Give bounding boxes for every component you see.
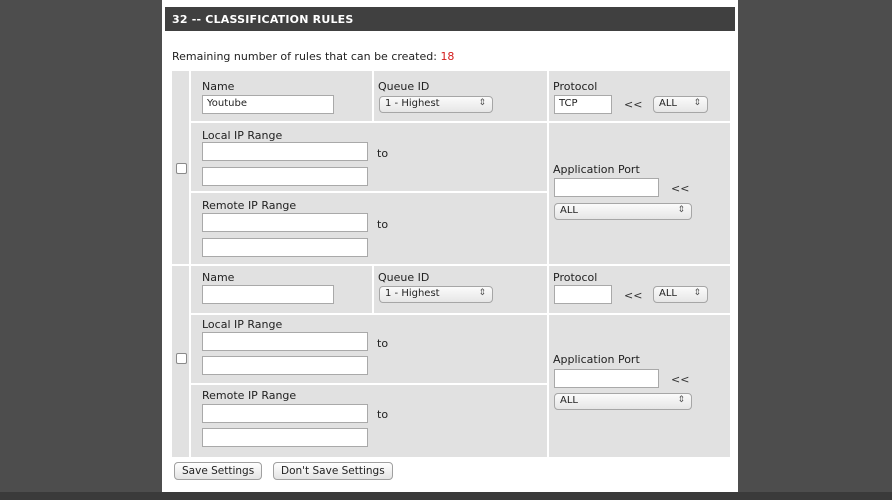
to-label: to [377,337,389,350]
rule-1-app-port-select[interactable]: ALL ⇕ [554,203,692,220]
copy-left-icon: << [624,98,643,111]
right-sidebar [738,0,892,492]
local-ip-range-label: Local IP Range [202,318,283,331]
copy-left-icon: << [671,373,690,386]
column-divider [372,266,374,313]
remaining-rules-text: Remaining number of rules that can be cr… [172,50,454,63]
select-arrows-icon: ⇕ [677,395,685,405]
dont-save-settings-button[interactable]: Don't Save Settings [273,462,393,480]
queue-id-label: Queue ID [378,80,430,93]
rule-1-queue-id-select[interactable]: 1 - Highest ⇕ [379,96,493,113]
select-arrows-icon: ⇕ [478,98,486,108]
row-divider [189,191,547,193]
rule-2-local-ip-start-input[interactable] [202,332,368,351]
rule-2-protocol-select[interactable]: ALL ⇕ [653,286,708,303]
to-label: to [377,218,389,231]
rule-2-app-port-select-value: ALL [560,395,578,406]
bottom-bar [0,492,892,500]
left-sidebar [0,0,162,492]
rule-2-protocol-select-value: ALL [659,288,677,299]
rule-1-remote-ip-start-input[interactable] [202,213,368,232]
rule-2-enable-checkbox[interactable] [176,353,187,364]
rule-1-local-ip-end-input[interactable] [202,167,368,186]
remote-ip-range-label: Remote IP Range [202,199,297,212]
rule-2-queue-id-select[interactable]: 1 - Highest ⇕ [379,286,493,303]
queue-id-label: Queue ID [378,271,430,284]
rule-1-queue-id-value: 1 - Highest [385,98,440,109]
classification-rules-panel: 32 -- CLASSIFICATION RULES Remaining num… [162,0,738,492]
row-divider [189,313,730,315]
application-port-label: Application Port [553,353,640,366]
rules-table: Name Youtube Queue ID 1 - Highest ⇕ Prot… [172,70,730,458]
copy-left-icon: << [624,289,643,302]
rule-1-protocol-select-value: ALL [659,98,677,109]
rule-2-remote-ip-end-input[interactable] [202,428,368,447]
row-divider [189,121,730,123]
rule-1-protocol-select[interactable]: ALL ⇕ [653,96,708,113]
rule-divider [172,264,730,266]
save-settings-button[interactable]: Save Settings [174,462,263,480]
column-divider [372,71,374,121]
remaining-rules-label: Remaining number of rules that can be cr… [172,50,437,63]
rule-1-remote-ip-end-input[interactable] [202,238,368,257]
copy-left-icon: << [671,182,690,195]
select-arrows-icon: ⇕ [677,205,685,215]
remote-ip-range-label: Remote IP Range [202,389,297,402]
rule-2-name-input[interactable] [202,285,334,304]
rule-2-local-ip-end-input[interactable] [202,356,368,375]
rule-2-app-port-input[interactable] [554,369,659,388]
rule-1-name-input[interactable]: Youtube [202,95,334,114]
rule-1-protocol-input[interactable]: TCP [554,95,612,114]
to-label: to [377,147,389,160]
name-label: Name [202,271,235,284]
rule-1-app-port-select-value: ALL [560,205,578,216]
name-label: Name [202,80,235,93]
rule-1-enable-checkbox[interactable] [176,163,187,174]
protocol-label: Protocol [553,271,598,284]
local-ip-range-label: Local IP Range [202,129,283,142]
rule-2-protocol-input[interactable] [554,285,612,304]
rule-2-remote-ip-start-input[interactable] [202,404,368,423]
rule-1-app-port-input[interactable] [554,178,659,197]
select-arrows-icon: ⇕ [693,288,701,298]
select-arrows-icon: ⇕ [478,288,486,298]
to-label: to [377,408,389,421]
remaining-rules-count: 18 [440,50,455,63]
rule-2-app-port-select[interactable]: ALL ⇕ [554,393,692,410]
select-arrows-icon: ⇕ [693,98,701,108]
application-port-label: Application Port [553,163,640,176]
rule-2-queue-id-value: 1 - Highest [385,288,440,299]
rule-1-local-ip-start-input[interactable] [202,142,368,161]
protocol-label: Protocol [553,80,598,93]
row-divider [189,383,547,385]
section-title: 32 -- CLASSIFICATION RULES [165,7,735,31]
